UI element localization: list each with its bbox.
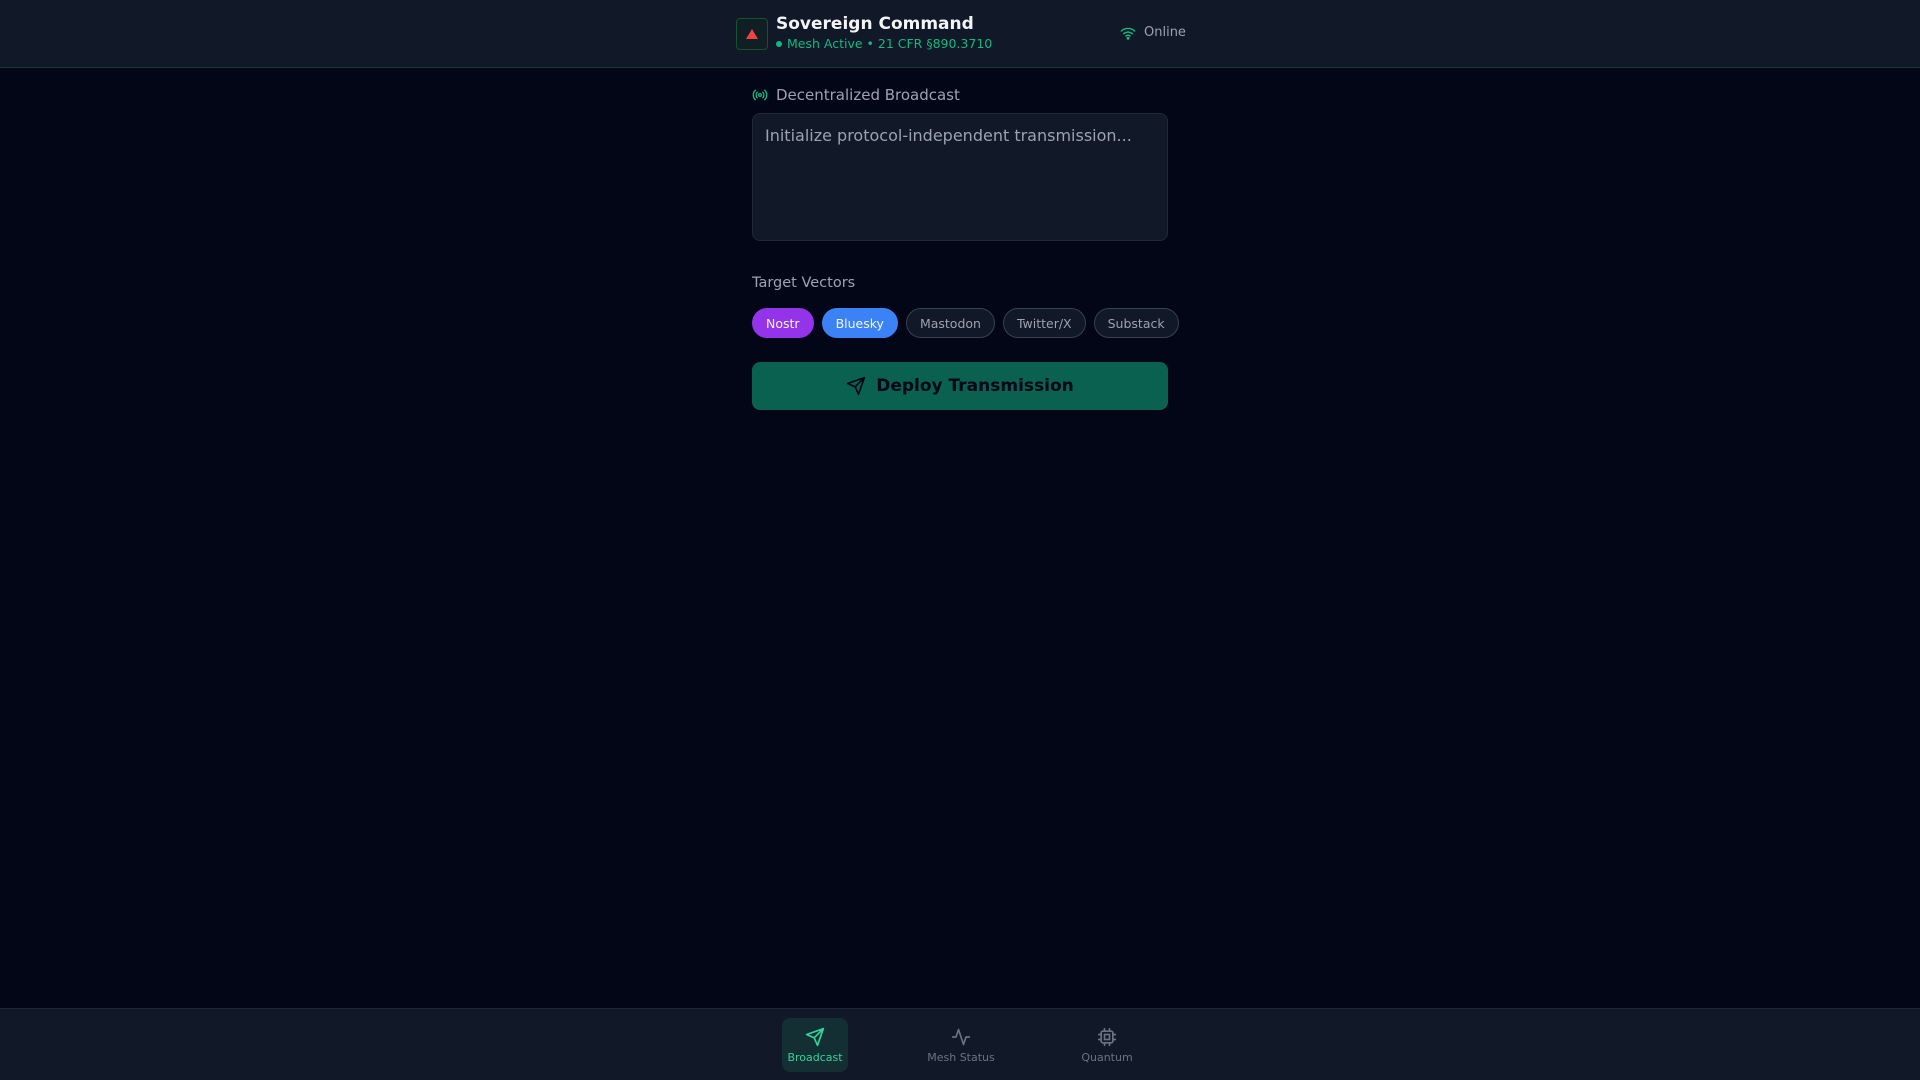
activity-icon	[951, 1028, 971, 1045]
broadcast-label-text: Decentralized Broadcast	[776, 86, 960, 104]
chip-mastodon[interactable]: Mastodon	[905, 308, 995, 338]
chip-bluesky[interactable]: Bluesky	[821, 308, 898, 338]
bottom-nav: Broadcast Mesh Status Quantum	[0, 1008, 1920, 1080]
nav-quantum[interactable]: Quantum	[1072, 1018, 1142, 1072]
deploy-transmission-button[interactable]: Deploy Transmission	[752, 362, 1168, 410]
triangle-alert-icon	[746, 29, 758, 39]
chip-twitter-x[interactable]: Twitter/X	[1002, 308, 1086, 338]
nav-mesh-status[interactable]: Mesh Status	[921, 1018, 1001, 1072]
nav-label: Mesh Status	[927, 1050, 995, 1064]
app-title: Sovereign Command	[776, 14, 974, 34]
nav-broadcast[interactable]: Broadcast	[782, 1018, 848, 1072]
target-vectors-label: Target Vectors	[752, 275, 856, 291]
mesh-status-text: Mesh Active • 21 CFR §890.3710	[787, 36, 993, 51]
broadcast-label: Decentralized Broadcast	[752, 86, 960, 104]
connection-status: Online	[1120, 25, 1186, 40]
wifi-icon	[1120, 27, 1136, 40]
deploy-label: Deploy Transmission	[876, 376, 1074, 396]
broadcast-message-input[interactable]	[752, 113, 1168, 241]
send-icon	[847, 376, 866, 396]
send-icon	[805, 1027, 825, 1046]
nav-label: Broadcast	[787, 1050, 843, 1064]
radio-broadcast-icon	[752, 89, 768, 101]
app-header: Sovereign Command Mesh Active • 21 CFR §…	[0, 0, 1920, 68]
mesh-status: Mesh Active • 21 CFR §890.3710	[776, 36, 992, 51]
chip-substack[interactable]: Substack	[1093, 308, 1179, 338]
connection-label: Online	[1144, 25, 1186, 40]
app-logo	[736, 18, 768, 50]
status-dot-icon	[776, 40, 782, 47]
nav-label: Quantum	[1081, 1050, 1133, 1064]
target-vector-chips: Nostr Bluesky Mastodon Twitter/X Substac…	[752, 308, 1179, 338]
chip-nostr[interactable]: Nostr	[752, 308, 814, 338]
cpu-icon	[1097, 1027, 1117, 1046]
